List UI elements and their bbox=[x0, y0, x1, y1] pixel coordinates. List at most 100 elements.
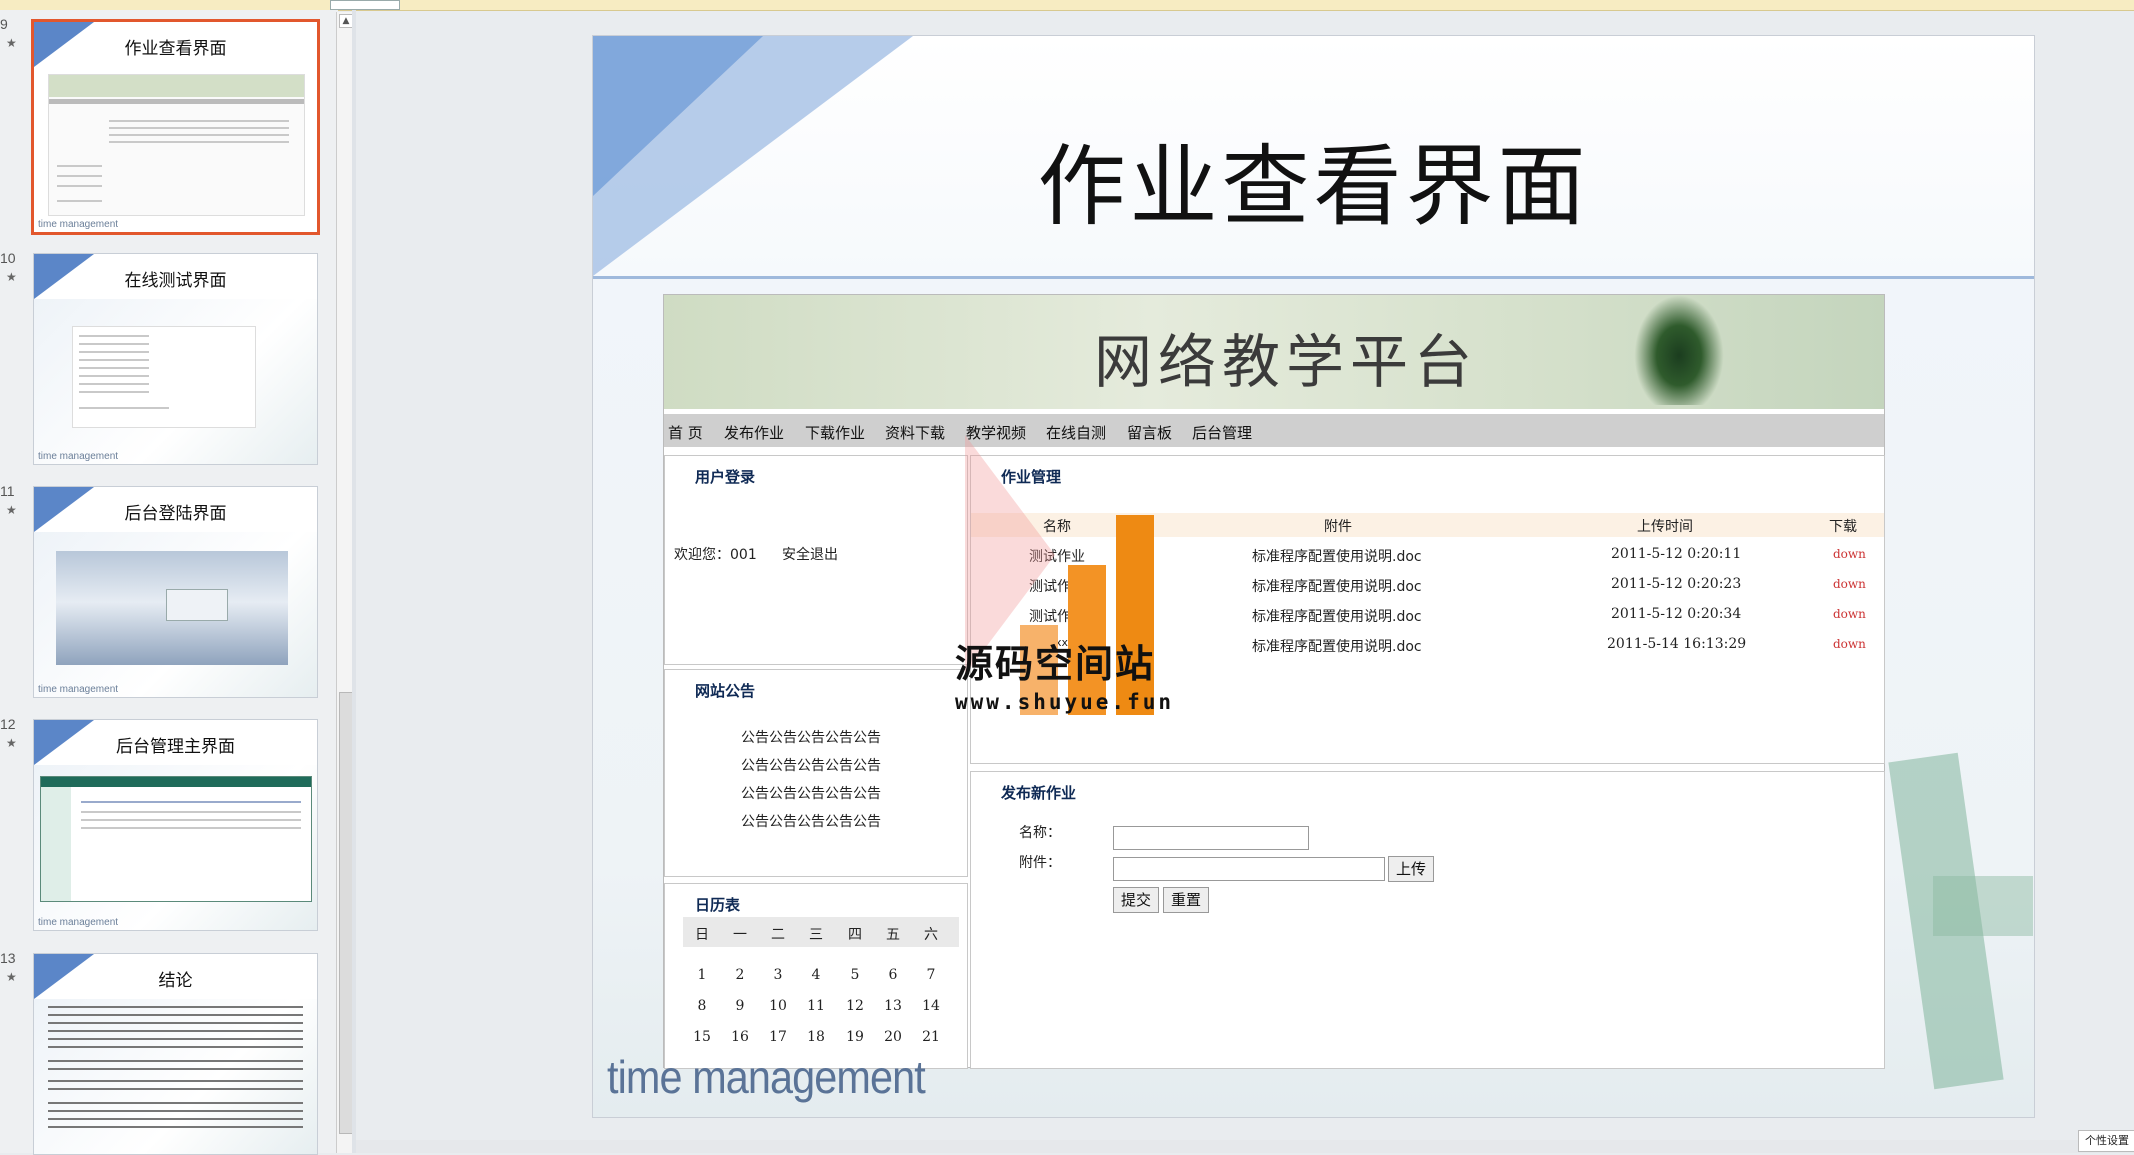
slide-thumbnail-9[interactable]: 作业查看界面 time management bbox=[31, 19, 320, 235]
website-screenshot[interactable]: 网络教学平台 首 页 发布作业 下载作业 资料下载 教学视频 在线自测 留言板 … bbox=[663, 294, 1885, 1069]
nav-item-materials[interactable]: 资料下载 bbox=[885, 422, 945, 443]
download-link[interactable]: down bbox=[1833, 607, 1866, 621]
watermark-title: 源码空间站 bbox=[955, 642, 1156, 686]
upload-time: 2011-5-14 16:13:29 bbox=[1607, 636, 1747, 652]
notice-line[interactable]: 公告公告公告公告公告 bbox=[741, 783, 881, 803]
login-title: 用户登录 bbox=[695, 468, 756, 486]
notice-line[interactable]: 公告公告公告公告公告 bbox=[741, 811, 881, 831]
weekday-label: 一 bbox=[733, 927, 747, 943]
scrollbar-thumb[interactable] bbox=[339, 692, 353, 1134]
preview-banner bbox=[49, 75, 304, 97]
thumbnail-title: 后台登陆界面 bbox=[124, 504, 227, 524]
calendar-day[interactable]: 11 bbox=[801, 998, 831, 1014]
thumbnail-footer: time management bbox=[38, 219, 119, 230]
homework-name-input[interactable] bbox=[1113, 826, 1309, 850]
calendar-day[interactable]: 5 bbox=[840, 967, 870, 983]
star-icon: ★ bbox=[6, 36, 17, 50]
homework-file: 标准程序配置使用说明.doc bbox=[1252, 579, 1422, 595]
upload-button[interactable]: 上传 bbox=[1388, 856, 1434, 882]
thumbnail-scrollbar[interactable]: ▲ bbox=[336, 12, 353, 1153]
upload-time: 2011-5-12 0:20:34 bbox=[1611, 606, 1742, 622]
preview-sidebar bbox=[41, 787, 71, 901]
calendar-day[interactable]: 13 bbox=[878, 998, 908, 1014]
slide-canvas[interactable]: 作业查看界面 网络教学平台 首 页 发布作业 下载作业 资料下载 教学视频 在线… bbox=[592, 35, 2035, 1118]
slide-footer: time management bbox=[607, 1051, 926, 1103]
nav-item-home[interactable]: 首 页 bbox=[668, 422, 703, 443]
calendar-panel: 日历表 日 一 二 三 四 五 六 1 2 3 4 5 6 7 8 9 10 1… bbox=[664, 883, 968, 1069]
calendar-day[interactable]: 15 bbox=[687, 1029, 717, 1045]
calendar-day[interactable]: 16 bbox=[725, 1029, 755, 1045]
column-header: 上传时间 bbox=[1637, 519, 1693, 535]
slide-thumbnail-10[interactable]: 在线测试界面 time management bbox=[33, 253, 318, 465]
calendar-day[interactable]: 12 bbox=[840, 998, 870, 1014]
calendar-day[interactable]: 6 bbox=[878, 967, 908, 983]
reset-button[interactable]: 重置 bbox=[1163, 887, 1209, 913]
notice-line[interactable]: 公告公告公告公告公告 bbox=[741, 727, 881, 747]
site-banner: 网络教学平台 bbox=[664, 295, 1884, 409]
slide-number: 9 bbox=[0, 16, 8, 32]
logout-link[interactable]: 安全退出 bbox=[782, 544, 838, 564]
calendar-day[interactable]: 9 bbox=[725, 998, 755, 1014]
weekday-label: 六 bbox=[924, 927, 938, 943]
scroll-up-icon[interactable]: ▲ bbox=[339, 14, 353, 28]
homework-file: 标准程序配置使用说明.doc bbox=[1252, 609, 1422, 625]
publish-panel: 发布新作业 名称： 附件： 上传 提交 重置 bbox=[970, 771, 1885, 1069]
thumbnail-footer: time management bbox=[38, 917, 119, 928]
star-icon: ★ bbox=[6, 736, 17, 750]
calendar-day[interactable]: 8 bbox=[687, 998, 717, 1014]
homework-file: 标准程序配置使用说明.doc bbox=[1252, 549, 1422, 565]
calendar-day[interactable]: 7 bbox=[916, 967, 946, 983]
download-link[interactable]: down bbox=[1833, 637, 1866, 651]
pinwheel-decoration bbox=[1933, 876, 2033, 936]
settings-button[interactable]: 个性设置 bbox=[2078, 1130, 2134, 1152]
calendar-day[interactable]: 20 bbox=[878, 1029, 908, 1045]
bottom-scrollbar[interactable] bbox=[356, 1140, 2134, 1153]
nav-item-admin[interactable]: 后台管理 bbox=[1192, 422, 1252, 443]
star-icon: ★ bbox=[6, 270, 17, 284]
thumbnail-title: 后台管理主界面 bbox=[116, 737, 235, 757]
homework-file: 标准程序配置使用说明.doc bbox=[1252, 639, 1422, 655]
download-link[interactable]: down bbox=[1833, 577, 1866, 591]
star-icon: ★ bbox=[6, 503, 17, 517]
calendar-title: 日历表 bbox=[695, 896, 741, 914]
notice-title: 网站公告 bbox=[695, 682, 756, 700]
notice-line[interactable]: 公告公告公告公告公告 bbox=[741, 755, 881, 775]
slide-number: 11 bbox=[0, 483, 15, 499]
slide-title[interactable]: 作业查看界面 bbox=[593, 116, 2034, 243]
notice-panel: 网站公告 公告公告公告公告公告 公告公告公告公告公告 公告公告公告公告公告 公告… bbox=[664, 669, 968, 877]
submit-button[interactable]: 提交 bbox=[1113, 887, 1159, 913]
slide-number: 12 bbox=[0, 716, 16, 732]
calendar-day[interactable]: 21 bbox=[916, 1029, 946, 1045]
download-link[interactable]: down bbox=[1833, 547, 1866, 561]
thumbnail-title: 结论 bbox=[158, 971, 193, 991]
thumbnail-title: 在线测试界面 bbox=[124, 271, 227, 291]
preview-login-box bbox=[166, 589, 228, 621]
calendar-day[interactable]: 3 bbox=[763, 967, 793, 983]
calendar-day[interactable]: 14 bbox=[916, 998, 946, 1014]
slide-thumbnail-12[interactable]: 后台管理主界面 time management bbox=[33, 719, 318, 931]
slide-number: 10 bbox=[0, 250, 16, 266]
file-input[interactable] bbox=[1113, 857, 1385, 881]
toolbar-button[interactable] bbox=[330, 0, 400, 10]
slide-thumbnail-11[interactable]: 后台登陆界面 time management bbox=[33, 486, 318, 698]
thumbnail-preview bbox=[40, 776, 312, 902]
calendar-day[interactable]: 1 bbox=[687, 967, 717, 983]
welcome-text: 欢迎您：001 bbox=[674, 547, 757, 563]
watermark-url: www.shuyue.fun bbox=[955, 690, 1175, 714]
calendar-day[interactable]: 18 bbox=[801, 1029, 831, 1045]
calendar-day[interactable]: 19 bbox=[840, 1029, 870, 1045]
name-label: 名称： bbox=[1019, 825, 1061, 841]
nav-item-publish[interactable]: 发布作业 bbox=[724, 422, 784, 443]
calendar-day[interactable]: 2 bbox=[725, 967, 755, 983]
preview-header bbox=[41, 777, 311, 787]
calendar-day[interactable]: 17 bbox=[763, 1029, 793, 1045]
pane-divider[interactable] bbox=[352, 10, 356, 1153]
weekday-label: 四 bbox=[848, 927, 862, 943]
slide-thumbnail-13[interactable]: 结论 bbox=[33, 953, 318, 1155]
nav-item-download-homework[interactable]: 下载作业 bbox=[805, 422, 865, 443]
slide-number: 13 bbox=[0, 950, 16, 966]
calendar-day[interactable]: 10 bbox=[763, 998, 793, 1014]
upload-time: 2011-5-12 0:20:11 bbox=[1611, 546, 1742, 562]
site-title: 网络教学平台 bbox=[1094, 328, 1479, 396]
calendar-day[interactable]: 4 bbox=[801, 967, 831, 983]
